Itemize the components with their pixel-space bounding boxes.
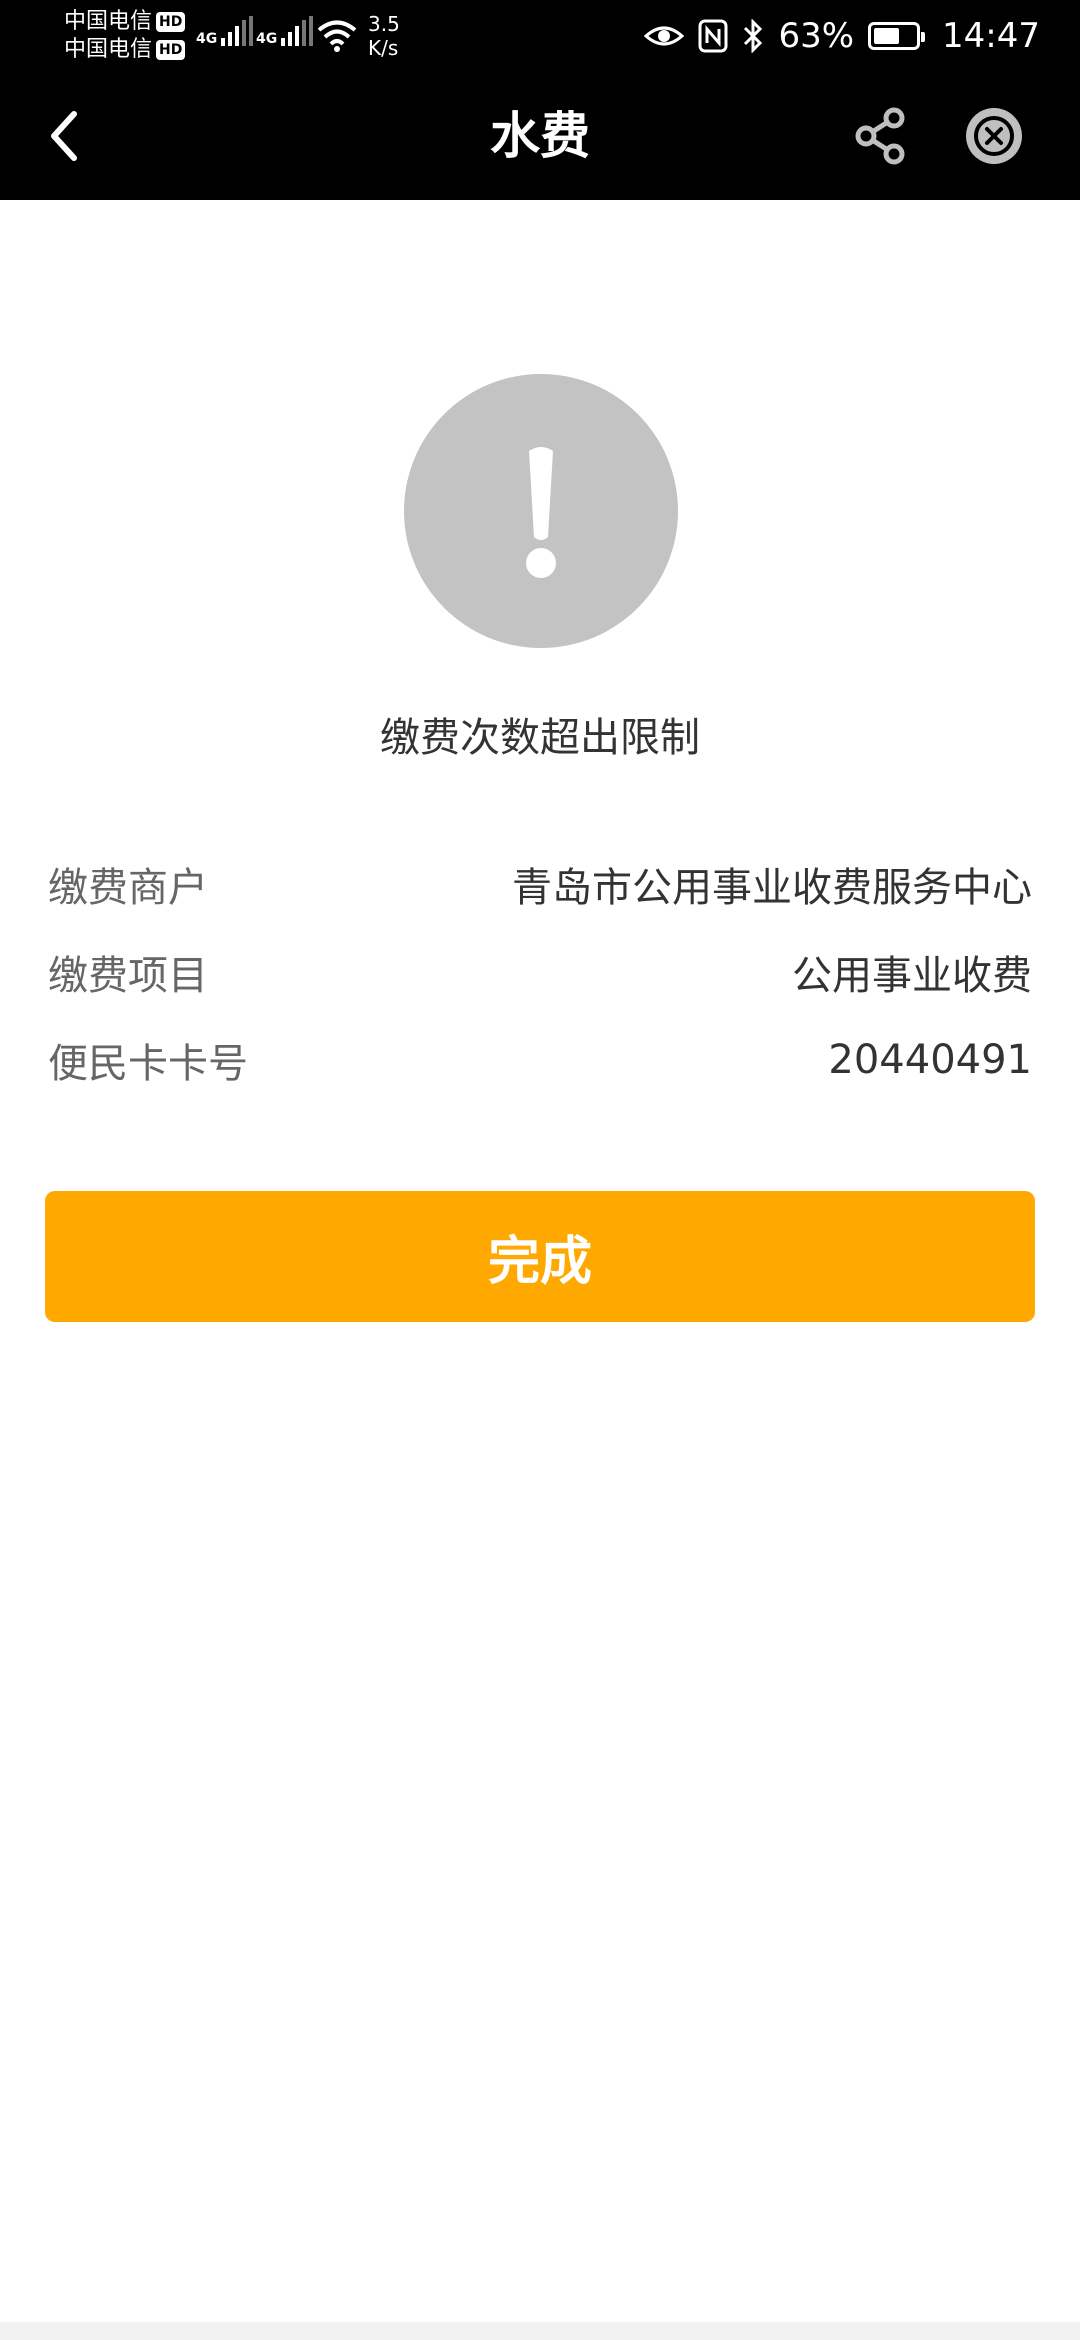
merchant-label: 缴费商户	[48, 865, 208, 911]
hd-badge: HD	[156, 40, 186, 60]
battery-percent: 63%	[778, 16, 855, 56]
item-label: 缴费项目	[48, 953, 208, 999]
share-button[interactable]	[848, 104, 912, 168]
battery-icon	[868, 22, 926, 50]
alert-status-icon	[404, 374, 678, 648]
carrier-1: 中国电信	[64, 9, 153, 34]
clock: 14:47	[942, 16, 1040, 56]
eye-icon	[644, 26, 685, 46]
info-row-card-number: 便民卡卡号 20440491	[48, 1028, 1032, 1092]
carrier-info: 中国电信 HD 中国电信 HD	[64, 8, 186, 64]
nfc-icon	[698, 19, 728, 53]
signal-icon: 4G	[256, 16, 314, 46]
share-icon	[855, 107, 905, 165]
merchant-value: 青岛市公用事业收费服务中心	[512, 865, 1032, 911]
battery-level	[874, 28, 900, 44]
hd-badge: HD	[156, 12, 186, 32]
exclamation-icon	[526, 447, 556, 578]
back-button[interactable]	[38, 102, 98, 170]
info-row-merchant: 缴费商户 青岛市公用事业收费服务中心	[48, 852, 1032, 916]
network-speed: 3.5 K/s	[368, 12, 400, 60]
page-title: 水费	[490, 107, 590, 165]
close-button[interactable]	[960, 102, 1028, 170]
result-message: 缴费次数超出限制	[380, 715, 700, 761]
bluetooth-icon	[744, 19, 763, 53]
done-button[interactable]: 完成	[45, 1191, 1035, 1322]
back-icon	[51, 111, 77, 161]
bottom-strip	[0, 2322, 1080, 2340]
signal-icon: 4G	[196, 16, 254, 46]
nav-bar: 水费	[0, 72, 1080, 200]
wifi-icon	[317, 20, 357, 52]
card-number-value: 20440491	[828, 1037, 1032, 1083]
carrier-2: 中国电信	[64, 37, 153, 62]
status-bar: 中国电信 HD 中国电信 HD 4G 4G 3.5 K/s 63% 14:47	[0, 0, 1080, 72]
card-number-label: 便民卡卡号	[48, 1041, 248, 1087]
info-row-item: 缴费项目 公用事业收费	[48, 940, 1032, 1004]
item-value: 公用事业收费	[792, 953, 1032, 999]
close-icon	[966, 108, 1022, 164]
